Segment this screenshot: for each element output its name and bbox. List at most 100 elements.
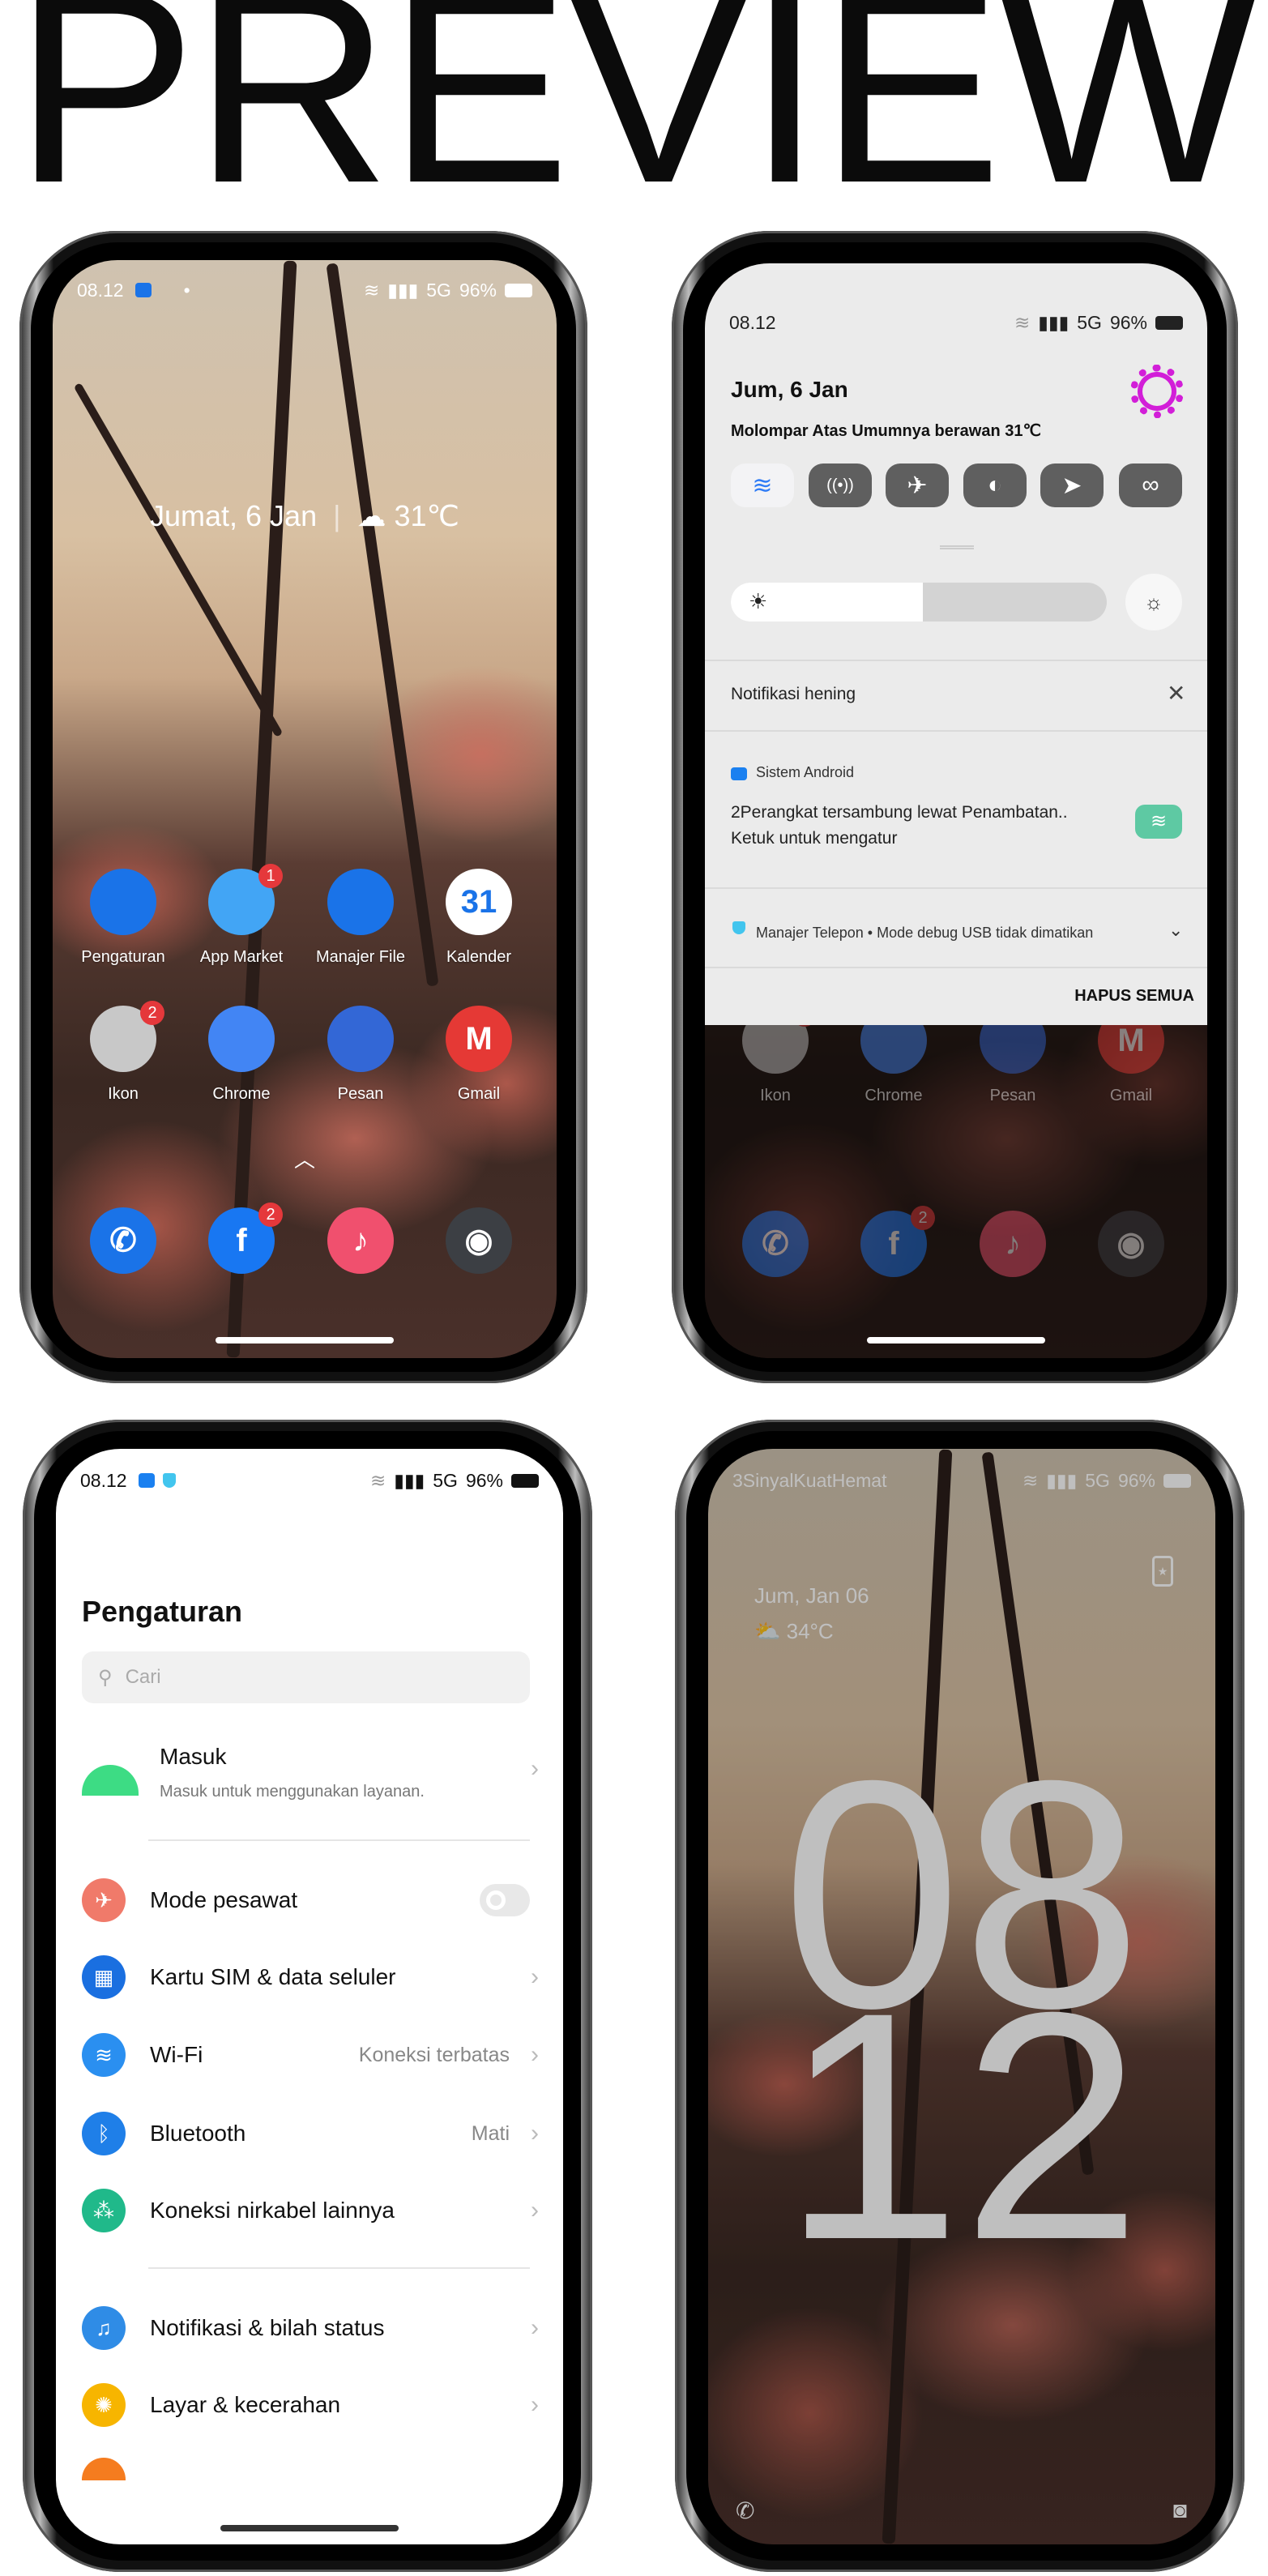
- search-icon: ⚲: [98, 1666, 113, 1689]
- app-chrome[interactable]: Chrome: [185, 1006, 298, 1104]
- dock-camera[interactable]: ◉: [1074, 1211, 1188, 1277]
- notification2-app: Manajer Telepon: [756, 925, 864, 941]
- app-gmail[interactable]: M Gmail: [422, 1006, 536, 1104]
- notification-badge: 2: [911, 1206, 935, 1230]
- settings-item-value: Mati: [471, 2121, 510, 2145]
- notification-sistem-android[interactable]: Sistem Android 2Perangkat tersambung lew…: [705, 732, 1207, 887]
- drag-handle[interactable]: [940, 545, 974, 549]
- chevron-right-icon: ›: [531, 2197, 539, 2224]
- status-time: 08.12: [77, 279, 124, 301]
- dock-phone[interactable]: ✆: [66, 1207, 180, 1274]
- chevron-right-icon: ›: [531, 2391, 539, 2418]
- app-ikon[interactable]: 2 Ikon: [66, 1001, 180, 1104]
- qs-tile-location[interactable]: ➤: [1040, 464, 1104, 507]
- settings-item-label: Notifikasi & bilah status: [150, 2315, 385, 2340]
- app-label: Ikon: [108, 1085, 139, 1103]
- app-label: Chrome: [865, 1087, 923, 1104]
- battery-percent: 96%: [1109, 311, 1147, 333]
- page-title: Pengaturan: [82, 1595, 243, 1628]
- app-pesan[interactable]: Pesan: [304, 1006, 417, 1104]
- status-time: 08.12: [80, 1469, 127, 1491]
- settings-item-label: Mode pesawat: [150, 1887, 298, 1912]
- battery-percent: 96%: [459, 279, 497, 301]
- network-type: 5G: [433, 1469, 458, 1491]
- battery-icon: [505, 283, 532, 297]
- settings-item-wi-fi[interactable]: ≋ Wi-Fi Koneksi terbatas ›: [56, 2031, 563, 2079]
- phone-shortcut-icon[interactable]: ✆: [736, 2497, 754, 2524]
- app-label: Gmail: [457, 1085, 501, 1103]
- chevron-right-icon: ›: [531, 1963, 539, 1990]
- settings-item-bluetooth[interactable]: ᛒ Bluetooth Mati ›: [56, 2109, 563, 2158]
- partial-settings-item-icon: [82, 2458, 126, 2480]
- settings-item-notifikasi-bilah-status[interactable]: ♫ Notifikasi & bilah status ›: [56, 2304, 563, 2352]
- brightness-slider[interactable]: ☀: [731, 583, 1107, 622]
- notification2-text: Mode debug USB tidak dimatikan: [877, 925, 1094, 941]
- app-app-market[interactable]: 1 App Market: [185, 864, 298, 967]
- facebook-icon: f2: [860, 1206, 935, 1277]
- app-label: Pesan: [989, 1087, 1036, 1104]
- date-weather-widget[interactable]: Jumat, 6 Jan | ☁ 31℃: [53, 499, 557, 533]
- search-placeholder: Cari: [125, 1666, 161, 1688]
- camera-icon: ◉: [1098, 1211, 1164, 1277]
- home-indicator[interactable]: [216, 1337, 394, 1344]
- account-subtitle: Masuk untuk menggunakan layanan.: [160, 1783, 425, 1801]
- dock-phone[interactable]: ✆: [719, 1211, 832, 1277]
- app-label: Pengaturan: [81, 948, 165, 966]
- app-manajer-file[interactable]: Manajer File: [304, 869, 417, 967]
- app-pengaturan[interactable]: Pengaturan: [66, 869, 180, 967]
- auto-brightness-button[interactable]: ☼: [1125, 574, 1182, 630]
- airplane-mode-toggle[interactable]: [480, 1884, 530, 1916]
- dot-icon: •: [183, 279, 190, 301]
- settings-item-value: Koneksi terbatas: [358, 2043, 510, 2066]
- shield-icon: [162, 1473, 176, 1488]
- settings-screen: 08.12 ≋ ▮▮▮ 5G 96% Pengaturan ⚲ Cari Masuk M…: [56, 1449, 563, 2544]
- camera-shortcut-icon[interactable]: ◙: [1173, 2497, 1187, 2523]
- settings-item-layar-kecerahan[interactable]: ✺ Layar & kecerahan ›: [56, 2381, 563, 2429]
- qs-tile-wifi[interactable]: ≋: [731, 464, 794, 507]
- home-indicator[interactable]: [220, 2525, 399, 2531]
- wifi-icon: ≋: [752, 472, 773, 499]
- home-indicator[interactable]: [867, 1337, 1045, 1344]
- facebook-icon: f2: [208, 1203, 283, 1274]
- android-notification-icon: [134, 283, 152, 297]
- wifi-icon: ≋: [82, 2033, 126, 2077]
- qs-tile-dark-mode[interactable]: ◐: [963, 464, 1027, 507]
- dock-facebook[interactable]: f2: [185, 1203, 298, 1274]
- settings-item-koneksi-nirkabel-lainnya[interactable]: ⁂ Koneksi nirkabel lainnya ›: [56, 2186, 563, 2235]
- notification-badge: 1: [258, 864, 283, 888]
- home-date: Jumat, 6 Jan: [150, 499, 318, 532]
- app-drawer-chevron-icon[interactable]: ︿: [53, 1143, 557, 1173]
- gear-icon: [90, 869, 156, 935]
- clear-all-button[interactable]: HAPUS SEMUA: [1074, 987, 1194, 1006]
- dock-music[interactable]: ♪: [304, 1207, 417, 1274]
- close-icon[interactable]: ✕: [1167, 680, 1185, 707]
- battery-icon: [1155, 315, 1183, 330]
- qs-tile-hotspot[interactable]: ((•)): [809, 464, 872, 507]
- app-label: Manajer File: [315, 948, 406, 966]
- qs-tile-link[interactable]: ∞: [1119, 464, 1182, 507]
- settings-item-label: Bluetooth: [150, 2121, 246, 2146]
- account-row[interactable]: Masuk Masuk untuk menggunakan layanan. ›: [56, 1732, 563, 1822]
- battery-icon: [511, 1473, 539, 1488]
- dock-camera[interactable]: ◉: [422, 1207, 536, 1274]
- app-kalender[interactable]: 31 Kalender: [422, 869, 536, 967]
- settings-gear-icon[interactable]: [1130, 365, 1184, 418]
- settings-item-mode-pesawat[interactable]: ✈ Mode pesawat: [56, 1876, 563, 1925]
- app-label: Kalender: [446, 948, 512, 966]
- settings-item-kartu-sim-data-seluler[interactable]: ▦ Kartu SIM & data seluler ›: [56, 1953, 563, 2001]
- expand-chevron-icon[interactable]: ⌄: [1168, 920, 1183, 941]
- carrier-name: 3SinyalKuatHemat: [732, 1469, 887, 1491]
- notification-manajer-telepon[interactable]: Manajer Telepon • Mode debug USB tidak d…: [705, 889, 1207, 967]
- home-temp: 31℃: [394, 499, 459, 532]
- quick-settings-screen: 2 Ikon Chrome Pesan M Gmail ✆ f2 ♪ ◉ 08.12 ≋…: [705, 263, 1207, 1358]
- notification-line2: Ketuk untuk mengatur: [731, 829, 898, 848]
- wallpaper-switch-icon[interactable]: ★: [1152, 1556, 1173, 1587]
- lock-temp: 34°C: [786, 1619, 834, 1643]
- search-input[interactable]: ⚲ Cari: [82, 1651, 530, 1703]
- dock-music[interactable]: ♪: [956, 1211, 1069, 1277]
- qs-tile-airplane[interactable]: ✈: [886, 464, 949, 507]
- signal-icon: ▮▮▮: [1038, 311, 1069, 333]
- dock-facebook[interactable]: f2: [837, 1206, 950, 1277]
- account-title: Masuk: [160, 1744, 227, 1769]
- android-notification-icon: [138, 1473, 155, 1488]
